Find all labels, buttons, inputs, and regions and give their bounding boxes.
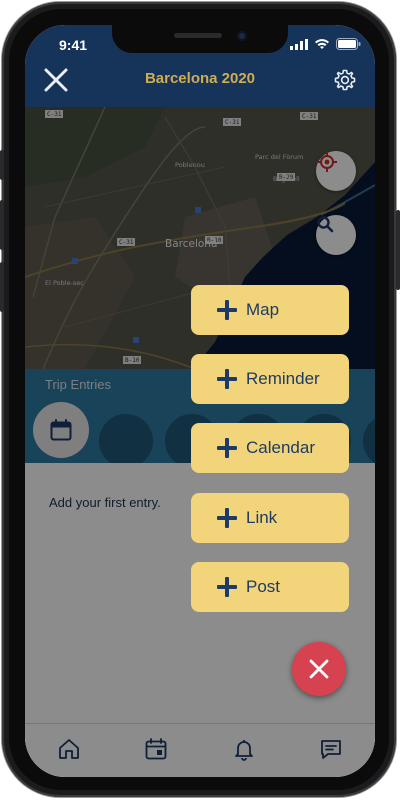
plus-icon <box>217 369 237 389</box>
locate-button[interactable] <box>316 151 356 191</box>
side-button <box>0 200 4 250</box>
home-icon <box>58 739 79 759</box>
tab-messages[interactable] <box>318 736 344 762</box>
tab-notifications[interactable] <box>231 736 257 762</box>
calendar-entry-button[interactable] <box>33 402 89 458</box>
map-place-label: Poblenou <box>175 161 205 169</box>
entry-placeholder <box>363 414 375 468</box>
svg-text:B-10: B-10 <box>125 357 140 364</box>
bell-icon <box>234 740 253 761</box>
map-place-label: El Poble-sec <box>45 279 84 287</box>
calendar-icon <box>145 738 167 760</box>
plus-icon <box>217 508 237 528</box>
battery-icon <box>336 38 361 50</box>
svg-text:C-31: C-31 <box>119 239 134 246</box>
side-button <box>0 150 4 180</box>
entry-placeholder <box>99 414 153 468</box>
tab-home[interactable] <box>56 736 82 762</box>
svg-text:C-31: C-31 <box>225 119 240 126</box>
crosshair-icon <box>317 152 337 172</box>
camera <box>237 31 247 41</box>
map-search-button[interactable] <box>316 215 356 255</box>
wifi-icon <box>315 39 329 49</box>
add-calendar-label: Calendar <box>246 438 315 457</box>
speaker <box>174 33 222 38</box>
add-map-button[interactable]: Map <box>191 285 349 335</box>
message-icon <box>321 740 342 759</box>
status-time: 9:41 <box>59 37 88 53</box>
add-link-label: Link <box>246 508 278 527</box>
add-calendar-button[interactable]: Calendar <box>191 423 349 473</box>
map-place-label: Parc del Fòrum <box>255 153 303 161</box>
plus-icon <box>217 300 237 320</box>
close-menu-button[interactable] <box>292 642 346 696</box>
plus-icon <box>217 577 237 597</box>
add-link-button[interactable]: Link <box>191 493 349 543</box>
gear-icon[interactable] <box>333 68 357 92</box>
search-icon <box>317 216 334 233</box>
add-post-label: Post <box>246 577 281 596</box>
tab-calendar[interactable] <box>143 736 169 762</box>
calendar-icon <box>50 419 72 441</box>
add-map-label: Map <box>246 300 280 319</box>
close-icon <box>309 659 329 679</box>
side-button <box>396 210 400 290</box>
trip-entries-title: Trip Entries <box>45 377 111 392</box>
empty-state-text: Add your first entry. <box>49 495 161 510</box>
svg-text:C-31: C-31 <box>47 111 62 118</box>
side-button <box>0 262 4 312</box>
add-reminder-button[interactable]: Reminder <box>191 354 349 404</box>
add-reminder-label: Reminder <box>246 369 320 388</box>
map-city-label: Barcelona <box>165 238 217 250</box>
signal-icon <box>290 38 308 50</box>
plus-icon <box>217 438 237 458</box>
add-post-button[interactable]: Post <box>191 562 349 612</box>
tab-bar <box>25 723 375 777</box>
page-title: Barcelona 2020 <box>144 70 256 87</box>
notch <box>112 25 288 53</box>
status-icons <box>290 38 361 50</box>
map-place-label: Bogatell <box>273 175 300 183</box>
svg-text:C-31: C-31 <box>302 113 317 120</box>
app-screen: 9:41 Barcelona 2020 C-31 C-31 B-10 B-20 … <box>25 25 375 777</box>
